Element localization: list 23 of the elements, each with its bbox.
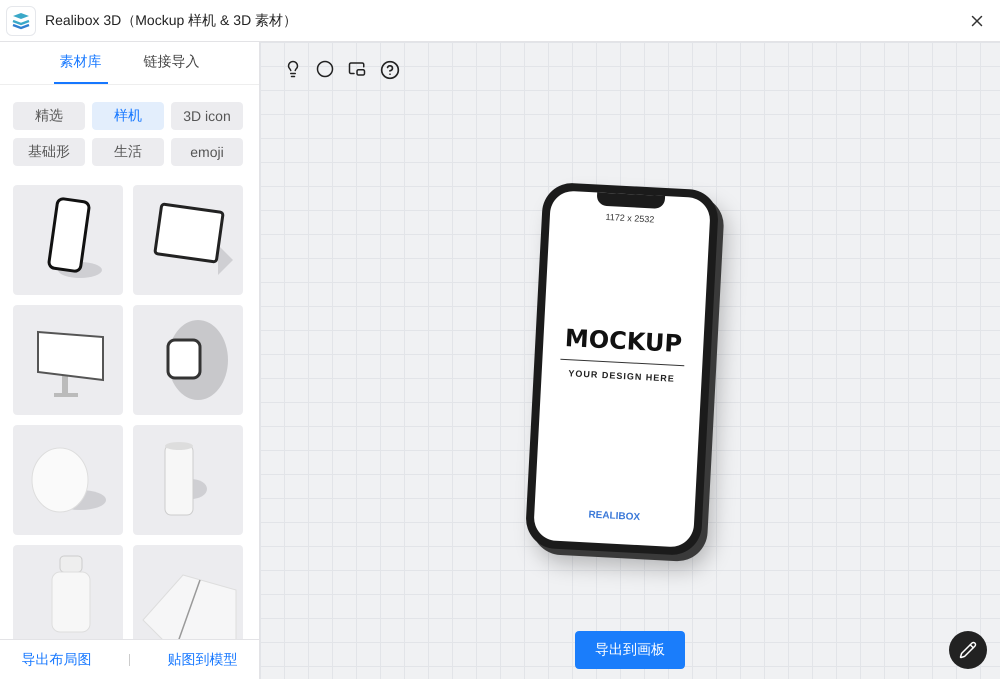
category-chip[interactable]: 精选 <box>13 102 85 130</box>
footer-link[interactable]: 贴图到模型 <box>161 650 244 670</box>
layers-icon <box>11 12 31 30</box>
category-chip[interactable]: 基础形 <box>13 138 85 166</box>
category-chip[interactable]: 样机 <box>92 102 164 130</box>
export-button[interactable]: 导出到画板 <box>575 631 685 669</box>
mockup-thumbnail[interactable] <box>133 425 243 535</box>
category-chip[interactable]: 生活 <box>92 138 164 166</box>
window-title: Realibox 3D（Mockup 样机 & 3D 素材） <box>45 12 298 30</box>
category-chip[interactable]: emoji <box>171 138 243 166</box>
mockup-headline: MOCKUP <box>564 326 683 356</box>
resolution-text: 1172 x 2532 <box>605 211 655 224</box>
brand-text: REALIBOX <box>588 508 640 523</box>
phone-notch <box>596 192 666 208</box>
mockup-tagline: YOUR DESIGN HERE <box>568 368 676 384</box>
tab[interactable]: 素材库 <box>54 42 108 84</box>
tab[interactable]: 链接导入 <box>138 42 206 84</box>
help-icon[interactable] <box>380 60 400 80</box>
edit-button[interactable] <box>949 631 987 669</box>
footer-link[interactable]: 导出布局图 <box>16 650 98 670</box>
circle-icon[interactable] <box>316 60 334 80</box>
pencil-icon <box>959 641 977 659</box>
category-chip[interactable]: 3D icon <box>171 102 243 130</box>
